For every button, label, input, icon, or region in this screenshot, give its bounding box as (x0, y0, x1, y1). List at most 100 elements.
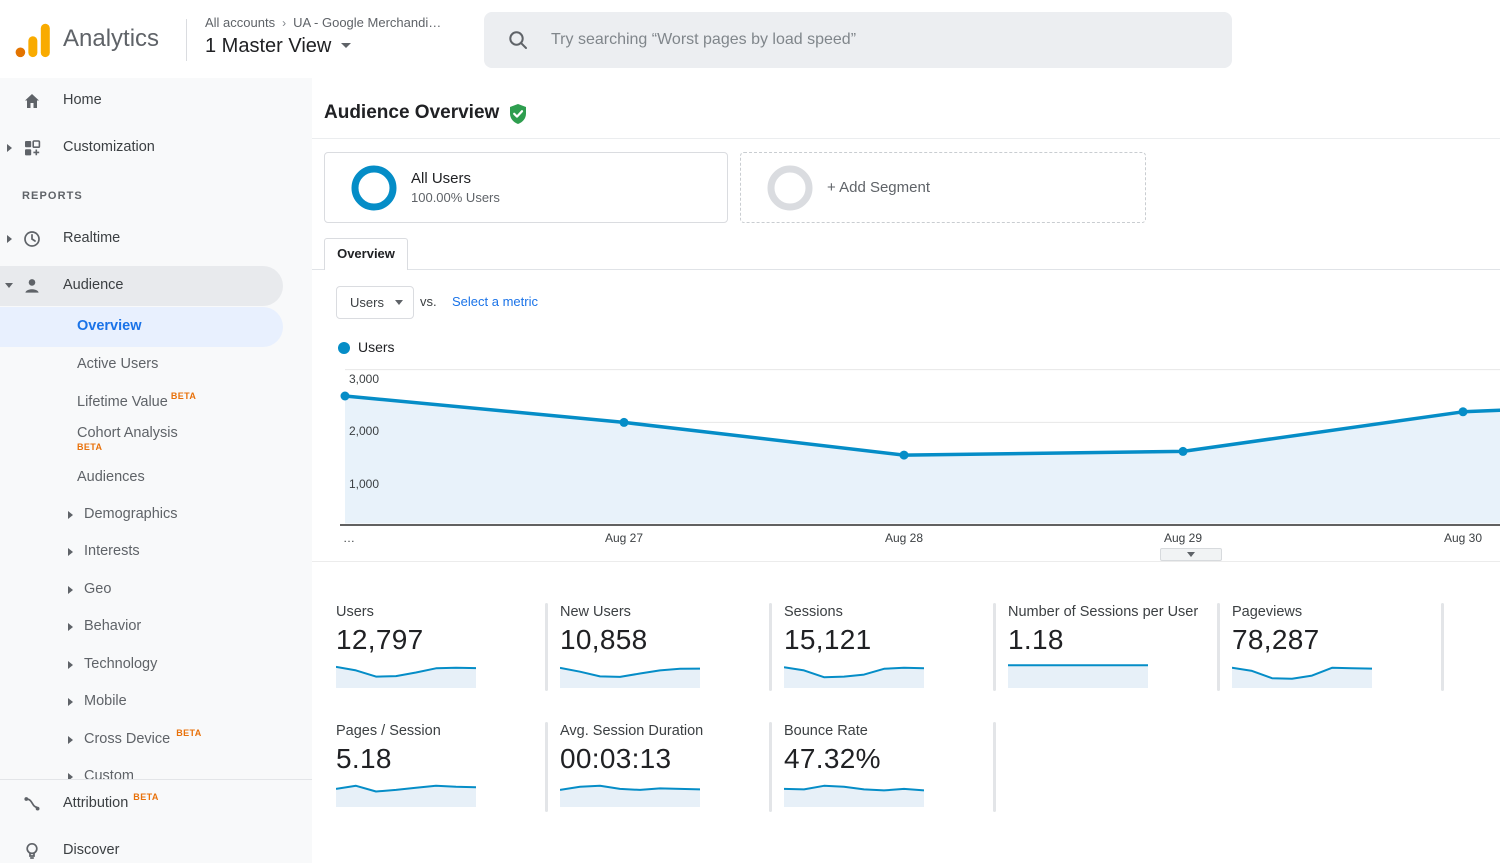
sidebar-item-cohort-analysis[interactable]: Cohort Analysis BETA (0, 422, 312, 446)
segment-panel-top-border (312, 138, 1500, 139)
expand-right-icon (68, 586, 73, 594)
card-separator (1441, 603, 1444, 691)
app-header: Analytics All accounts › UA - Google Merch… (0, 0, 1500, 78)
add-segment-ring-icon (767, 165, 813, 211)
chevron-down-icon (1187, 552, 1195, 557)
metric-card-sessions[interactable]: Sessions 15,121 (784, 603, 999, 693)
analytics-logo-icon (14, 22, 52, 58)
home-icon (22, 91, 42, 111)
metric-card-bounce-rate[interactable]: Bounce Rate 47.32% (784, 722, 999, 812)
beta-badge: BETA (176, 728, 201, 738)
sidebar: Home Customization REPORTS Realtime Audi… (0, 78, 312, 862)
sidebar-item-behavior[interactable]: Behavior (0, 615, 312, 639)
expand-right-icon (68, 661, 73, 669)
sidebar-item-attribution[interactable]: AttributionBETA (0, 792, 312, 816)
segment-name: All Users (411, 170, 500, 187)
sidebar-item-audience[interactable]: Audience (0, 274, 312, 298)
search-icon (507, 29, 529, 51)
sparkline-chart (336, 777, 476, 807)
tab-overview[interactable]: Overview (324, 238, 408, 270)
sidebar-item-demographics[interactable]: Demographics (0, 503, 312, 527)
sidebar-item-technology[interactable]: Technology (0, 653, 312, 677)
header-divider (186, 19, 187, 61)
clock-icon (22, 229, 42, 249)
segment-ring-icon (351, 165, 397, 211)
verified-shield-icon (508, 103, 528, 125)
sidebar-item-overview[interactable]: Overview (0, 315, 312, 339)
segment-subtitle: 100.00% Users (411, 190, 500, 205)
card-separator (545, 722, 548, 812)
sidebar-item-geo[interactable]: Geo (0, 578, 312, 602)
expand-down-icon (5, 283, 13, 288)
breadcrumb-all-accounts[interactable]: All accounts (205, 15, 275, 30)
y-tick-3000: 3,000 (349, 372, 379, 386)
sidebar-item-label: Cohort Analysis (77, 425, 178, 441)
sidebar-item-label: Attribution (63, 795, 128, 811)
sidebar-item-label: Cross Device (84, 731, 170, 747)
metric-label: New Users (560, 603, 775, 621)
sidebar-item-label: Interests (84, 543, 140, 559)
x-label-aug28: Aug 28 (874, 531, 934, 545)
sidebar-item-label: Mobile (84, 693, 127, 709)
metric-label: Pages / Session (336, 722, 551, 740)
metric-card-users[interactable]: Users 12,797 (336, 603, 551, 693)
select-a-metric-link[interactable]: Select a metric (452, 294, 538, 309)
add-segment-label: + Add Segment (827, 179, 930, 196)
sidebar-item-label: Technology (84, 656, 157, 672)
sparkline-chart (1008, 658, 1148, 688)
sparkline-chart (784, 658, 924, 688)
sidebar-item-realtime[interactable]: Realtime (0, 227, 312, 251)
metric-label: Bounce Rate (784, 722, 999, 740)
tab-bar-border (312, 269, 1500, 270)
metric-value: 47.32% (784, 743, 999, 775)
metric-card-pages-per-session[interactable]: Pages / Session 5.18 (336, 722, 551, 812)
sidebar-item-mobile[interactable]: Mobile (0, 690, 312, 714)
sparkline-chart (560, 658, 700, 688)
sidebar-item-active-users[interactable]: Active Users (0, 353, 312, 377)
sidebar-item-lifetime-value[interactable]: Lifetime ValueBETA (0, 391, 312, 415)
metric-selector-dropdown[interactable]: Users (336, 286, 414, 319)
customization-icon (22, 138, 42, 158)
sidebar-item-interests[interactable]: Interests (0, 540, 312, 564)
add-segment-button[interactable]: + Add Segment (740, 152, 1146, 223)
reports-section-heading: REPORTS (22, 190, 83, 202)
view-selector[interactable]: 1 Master View (205, 35, 351, 58)
vs-label: vs. (420, 294, 437, 309)
sidebar-item-customization[interactable]: Customization (0, 136, 312, 160)
beta-badge: BETA (77, 442, 102, 452)
sidebar-item-label: Geo (84, 581, 111, 597)
timeline-collapse-button[interactable] (1160, 548, 1222, 561)
metric-card-new-users[interactable]: New Users 10,858 (560, 603, 775, 693)
metric-value: 00:03:13 (560, 743, 775, 775)
users-timeseries-chart[interactable] (340, 364, 1500, 530)
page-title: Audience Overview (324, 102, 499, 124)
metric-label: Sessions (784, 603, 999, 621)
sparkline-chart (336, 658, 476, 688)
sidebar-item-cross-device[interactable]: Cross Device BETA (0, 728, 312, 752)
segment-all-users-card[interactable]: All Users 100.00% Users (324, 152, 728, 223)
card-separator (769, 722, 772, 812)
ga-audience-overview-page: { "header": { "product_name": "Analytics… (0, 0, 1500, 862)
card-separator (545, 603, 548, 691)
sidebar-item-home[interactable]: Home (0, 89, 312, 113)
sidebar-item-audiences[interactable]: Audiences (0, 466, 312, 490)
y-tick-2000: 2,000 (349, 424, 379, 438)
view-selector-label: 1 Master View (205, 35, 331, 57)
card-separator (993, 603, 996, 691)
metric-card-pageviews[interactable]: Pageviews 78,287 (1232, 603, 1447, 693)
breadcrumb-separator-icon: › (282, 16, 286, 30)
breadcrumb-account[interactable]: UA - Google Merchandi… (293, 15, 441, 30)
expand-right-icon (68, 623, 73, 631)
beta-badge: BETA (171, 391, 196, 401)
metric-label: Number of Sessions per User (1008, 603, 1223, 621)
metric-value: 10,858 (560, 624, 775, 656)
expand-right-icon (68, 698, 73, 706)
search-bar[interactable] (484, 12, 1232, 68)
metric-card-avg-session-duration[interactable]: Avg. Session Duration 00:03:13 (560, 722, 775, 812)
sidebar-item-discover[interactable]: Discover (0, 839, 312, 863)
product-name: Analytics (63, 25, 159, 53)
metric-card-sessions-per-user[interactable]: Number of Sessions per User 1.18 (1008, 603, 1223, 693)
expand-right-icon (68, 736, 73, 744)
main-content: Audience Overview All Users 100.00% User… (312, 78, 1500, 862)
search-input[interactable] (549, 30, 1193, 50)
